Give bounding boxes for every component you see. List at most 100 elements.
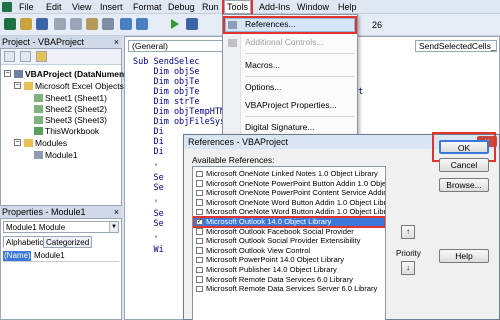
copy-icon[interactable] (70, 18, 82, 30)
collapse-icon[interactable]: − (14, 139, 21, 146)
code-line[interactable]: Wi (133, 245, 163, 255)
menu-view[interactable]: View (72, 2, 91, 12)
references-list[interactable]: Microsoft OneNote Linked Notes 1.0 Objec… (192, 166, 386, 320)
undo-icon[interactable] (120, 18, 132, 30)
reference-item[interactable]: Microsoft OneNote PowerPoint Content Ser… (193, 188, 385, 198)
properties-pane-title: Properties - Module1 × (0, 206, 122, 218)
reference-checkbox[interactable] (196, 256, 203, 264)
object-select[interactable]: Module1 Module ▼ (3, 221, 119, 233)
reference-checkbox[interactable] (196, 276, 203, 283)
reference-checkbox[interactable]: ✓ (196, 218, 203, 225)
property-row-name[interactable]: (Name) Module1 (3, 251, 119, 262)
help-button[interactable]: Help (439, 249, 489, 263)
reference-item[interactable]: Microsoft OneNote Word Button Addin 1.0 … (193, 207, 385, 217)
menu-tools[interactable]: Tools (221, 0, 254, 16)
view-object-icon[interactable] (20, 51, 31, 62)
tree-node-thisworkbook[interactable]: ThisWorkbook (34, 126, 99, 136)
reference-checkbox[interactable] (196, 180, 203, 187)
reference-item[interactable]: Microsoft Publisher 14.0 Object Library (193, 265, 385, 275)
browse-button[interactable]: Browse... (439, 178, 489, 192)
code-line[interactable]: Di (133, 137, 163, 147)
reference-item[interactable]: Microsoft Outlook View Control (193, 246, 385, 256)
reference-item[interactable]: Microsoft Remote Data Services Server 6.… (193, 284, 385, 294)
procedure-combo[interactable]: SendSelectedCells_in (415, 40, 497, 52)
code-line[interactable]: ' (133, 163, 158, 173)
code-line[interactable]: ' (133, 235, 158, 245)
save-icon[interactable] (36, 18, 48, 30)
close-icon[interactable]: × (114, 206, 119, 218)
menu-item-additional-controls[interactable]: Additional Controls... (245, 36, 323, 49)
redo-icon[interactable] (136, 18, 148, 30)
reference-label: Microsoft PowerPoint 14.0 Object Library (206, 255, 345, 265)
view-code-icon[interactable] (4, 51, 15, 62)
view-excel-icon[interactable] (4, 18, 16, 30)
menu-item-options[interactable]: Options... (245, 81, 281, 94)
reference-checkbox[interactable] (196, 228, 203, 235)
code-line[interactable]: Dim strTe (133, 97, 199, 107)
reference-checkbox[interactable] (196, 247, 203, 254)
reference-checkbox[interactable] (196, 208, 203, 216)
menu-help[interactable]: Help (338, 2, 357, 12)
tab-categorized[interactable]: Categorized (43, 236, 93, 248)
menu-item-references[interactable]: References... (245, 18, 296, 31)
reference-item[interactable]: Microsoft OneNote PowerPoint Button Addi… (193, 179, 385, 189)
find-icon[interactable] (102, 18, 114, 30)
cut-icon[interactable] (54, 18, 66, 30)
reference-item[interactable]: Microsoft OneNote Word Button Addin 1.0 … (193, 198, 385, 208)
paste-icon[interactable] (86, 18, 98, 30)
menu-run[interactable]: Run (202, 2, 219, 12)
ok-button[interactable]: OK (439, 140, 489, 154)
property-value[interactable]: Module1 (34, 251, 65, 261)
tree-node-module1[interactable]: Module1 (34, 150, 78, 160)
menu-edit[interactable]: Edit (46, 2, 62, 12)
run-icon[interactable] (170, 18, 180, 30)
code-line[interactable]: Di (133, 147, 163, 157)
code-line[interactable]: ' (133, 199, 158, 209)
menu-item-project-properties[interactable]: VBAProject Properties... (245, 99, 337, 112)
code-line[interactable]: Se (133, 219, 163, 229)
reference-item[interactable]: Microsoft Outlook Social Provider Extens… (193, 236, 385, 246)
tree-node-sheet2[interactable]: Sheet2 (Sheet2) (34, 104, 107, 114)
toggle-folders-icon[interactable] (36, 51, 47, 62)
close-icon[interactable]: × (114, 36, 119, 48)
reference-checkbox[interactable] (196, 285, 203, 293)
collapse-icon[interactable]: − (4, 70, 11, 77)
cancel-button[interactable]: Cancel (439, 158, 489, 172)
menu-item-macros[interactable]: Macros... (245, 59, 280, 72)
code-line[interactable]: Dim objSe (133, 67, 199, 77)
code-line[interactable]: Di (133, 127, 163, 137)
code-line[interactable]: Se (133, 209, 163, 219)
reference-checkbox[interactable] (196, 266, 203, 273)
tab-alphabetic[interactable]: Alphabetic (3, 236, 47, 248)
menu-format[interactable]: Format (133, 2, 162, 12)
insert-module-icon[interactable] (20, 18, 32, 30)
vba-project-icon (14, 70, 23, 78)
menu-insert[interactable]: Insert (100, 2, 123, 12)
priority-up-button[interactable]: ↑ (401, 225, 415, 239)
reference-item[interactable]: Microsoft Outlook Facebook Social Provid… (193, 227, 385, 237)
menu-add-ins[interactable]: Add-Ins (259, 2, 290, 12)
dialog-title: References - VBAProject (188, 137, 289, 147)
reference-item[interactable]: ✓ Microsoft Outlook 14.0 Object Library (193, 216, 385, 228)
reference-checkbox[interactable] (196, 189, 203, 197)
tree-node-sheet3[interactable]: Sheet3 (Sheet3) (34, 115, 107, 125)
break-icon[interactable] (186, 18, 198, 30)
reference-item[interactable]: Microsoft Remote Data Services 6.0 Libra… (193, 275, 385, 285)
menu-debug[interactable]: Debug (168, 2, 195, 12)
reference-checkbox[interactable] (196, 237, 203, 245)
menu-window[interactable]: Window (297, 2, 329, 12)
tree-node-sheet1[interactable]: Sheet1 (Sheet1) (34, 93, 107, 103)
reference-checkbox[interactable] (196, 170, 203, 177)
code-line[interactable]: Sub SendSelec (133, 57, 200, 67)
reference-checkbox[interactable] (196, 199, 203, 206)
code-line[interactable]: Se (133, 183, 163, 193)
collapse-icon[interactable]: − (14, 82, 21, 89)
code-line[interactable]: Se (133, 173, 163, 183)
menu-file[interactable]: File (19, 2, 34, 12)
chevron-down-icon[interactable]: ▼ (109, 222, 118, 232)
reference-item[interactable]: Microsoft PowerPoint 14.0 Object Library (193, 255, 385, 265)
priority-down-button[interactable]: ↓ (401, 261, 415, 275)
reference-item[interactable]: Microsoft OneNote Linked Notes 1.0 Objec… (193, 169, 385, 179)
excel-app-icon[interactable] (2, 2, 12, 12)
menu-item-digital-signature[interactable]: Digital Signature... (245, 121, 314, 134)
